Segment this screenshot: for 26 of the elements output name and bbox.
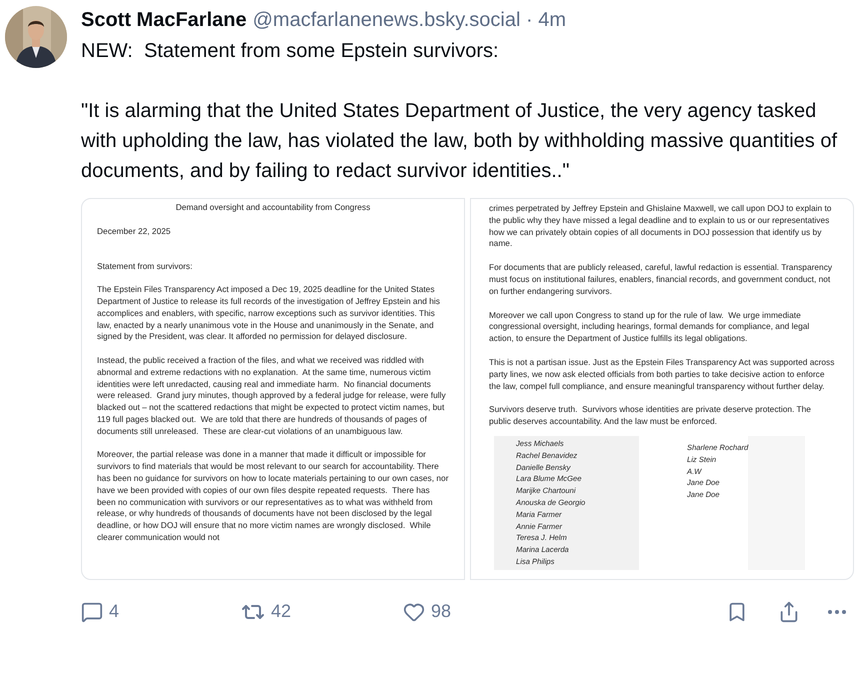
author-name[interactable]: Scott MacFarlane: [81, 6, 247, 34]
heart-icon: [403, 600, 425, 622]
more-icon: [828, 610, 846, 614]
document-paragraph: Moreover, the partial release was done in a manner that made it difficult or impossible for survivors to find materials that would be most relevant to our search for accountability. There has been no guidance for survivors on how to locate materials pertaining to our own cases, nor have we been provided with copies of our own files despite repeated requests. There has been no communication with survivors or our representatives as to what was withheld from release, or why hundreds of thousands of documents have not been disclosed by the legal deadline, or how DOJ will ensure that no more victim names are wrongly disclosed. While clearer communication would not: [97, 449, 449, 544]
document-image[interactable]: [470, 198, 854, 580]
more-button[interactable]: [828, 610, 846, 614]
document-title: Demand oversight and accountability from Congress: [174, 202, 372, 214]
document-paragraph: For documents that are publicly released, careful, lawful redaction is essential. Transparency must focus on institutional failures, enablers, financial records, and government conduct, not on further endangering survivors.: [489, 262, 834, 298]
like-button[interactable]: 98: [403, 598, 452, 625]
document-paragraph: Instead, the public received a fraction of the files, and what we received was riddled with abnormal and extreme redactions with no explanation. At the same time, numerous victim identities were left unredacted, causing real and immediate harm. No financial documents were released. Grand jury minutes, though approved by a federal judge for release, were fully blacked out – not the scattered redactions that might be expected to protect victim names, but 119 full pages blacked out. We are told that there are hundreds of thousands of pages of documents still unreleased. These are clear-cut violations of an unambiguous law.: [97, 354, 447, 438]
share-icon: [778, 600, 800, 622]
document-paragraph: Moreover we call upon Congress to stand up for the rule of law. We urge immediate congressional oversight, including hearings, formal demands for compliance, and legal action, to ensure the Department of Justice fulfills its legal obligations.: [489, 310, 810, 345]
document-paragraph: Statement from survivors:: [97, 260, 194, 272]
document-image[interactable]: [81, 198, 465, 580]
comment-icon: [81, 600, 103, 622]
post-text: "It is alarming that the United States Department of Justice, the very agency tasked with upholding the law, has violated the law, both by withholding massive quantities of documents, and by failing to redact survivor identities..": [81, 99, 838, 184]
document-paragraph: crimes perpetrated by Jeffrey Epstein and Ghislaine Maxwell, we call upon DOJ to explain to the public why they have missed a legal deadline and to explain to us or our representatives how we can privately obtain copies of all documents in DOJ possession that identify us by name.: [489, 203, 832, 250]
document-paragraph: This is not a partisan issue. Just as the Epstein Files Transparency Act was supported across party lines, we now ask elected officials from both parties to take decisive action to enforce the law, compel full compliance, and ensure meaningful transparency without further delay.: [489, 356, 835, 392]
document-date: December 22, 2025: [97, 226, 172, 238]
post-meta: @macfarlanenews.bsky.social · 4m: [252, 8, 566, 33]
reply-button[interactable]: 4: [81, 598, 241, 625]
repost-button[interactable]: 42: [241, 598, 403, 625]
share-button[interactable]: [778, 600, 800, 622]
post-text: NEW: Statement from some Epstein survivors:: [81, 39, 500, 64]
document-paragraph: The Epstein Files Transparency Act imposed a Dec 19, 2025 deadline for the United States Department of Justice to release its full records of the investigation of Jeffrey Epstein and his accomplices and enablers, with specific, narrow exceptions such as survivor identities. This law, enacted by a nearly unanimous vote in the House and unanimously in the Senate, and signed by the President, was clear. It afforded no permission for delayed disclosure.: [97, 284, 441, 344]
document-paragraph: Survivors deserve truth. Survivors whose identities are private deserve protection. The public deserves accountability. And the law must be enforced.: [489, 404, 812, 428]
